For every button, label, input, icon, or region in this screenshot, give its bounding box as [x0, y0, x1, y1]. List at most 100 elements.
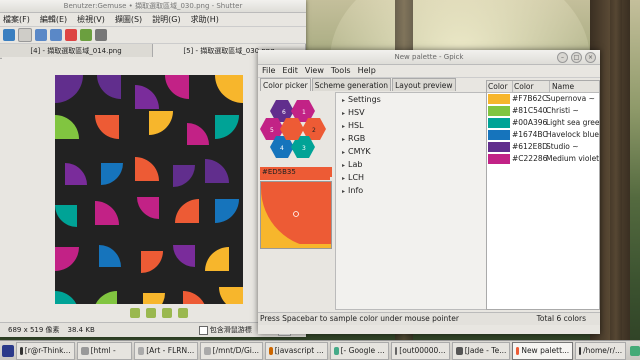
color-swatch-hexagons[interactable]: 6 1 5 2 4 3 [260, 92, 332, 160]
include-cursor-checkbox[interactable] [198, 326, 208, 335]
editor-icon [455, 346, 463, 355]
menu-view[interactable]: View [305, 65, 324, 77]
network-icon[interactable] [630, 345, 640, 356]
prop-lab[interactable]: ▸ Lab [336, 158, 486, 171]
header-name[interactable]: Name [549, 81, 599, 92]
hex-value-field[interactable]: #ED5B35 [260, 167, 332, 177]
expand-arrow-icon: ▸ [342, 149, 346, 156]
palette-row[interactable]: #612E8D Studio ~ [487, 141, 599, 153]
folder-icon [137, 346, 145, 355]
image-icon [394, 346, 398, 355]
prop-label: HSV [348, 108, 365, 117]
shutter-toolbar [0, 27, 306, 44]
taskbar-label: [Jade - Te... [464, 345, 507, 355]
tab-scheme-generation[interactable]: Scheme generation [311, 78, 392, 91]
palette-row[interactable]: #00A396 Light sea green [487, 117, 599, 129]
taskbar-label: [html - [90, 345, 116, 355]
header-color-swatch[interactable]: Color [487, 81, 512, 92]
palette-row[interactable]: #81C540 Christi ~ [487, 105, 599, 117]
gpick-title: New palette - Gpick [394, 53, 464, 61]
prop-label: HSL [348, 121, 364, 130]
taskbar-label: [r@r-Think... [24, 345, 71, 355]
prop-rgb[interactable]: ▸ RGB [336, 132, 486, 145]
palette-row[interactable]: #1674BCHavelock blue ~ [487, 129, 599, 141]
taskbar-item[interactable]: [/mnt/D/Gi... [200, 341, 264, 360]
menu-help[interactable]: Help [358, 65, 376, 77]
menu-file[interactable]: File [262, 65, 275, 77]
palette-name: Supernova ~ [546, 94, 595, 103]
hex-number-1: 1 [302, 109, 306, 116]
app-menu-icon[interactable] [2, 344, 14, 357]
prop-settings[interactable]: ▸ Settings [336, 93, 486, 106]
palette-hex: #612E8D [512, 142, 548, 151]
hex-number-4: 4 [280, 145, 284, 152]
include-cursor-label: 包含滑鼠游標 [209, 326, 252, 334]
menu-edit[interactable]: Edit [282, 65, 298, 77]
tab-screenshot-014[interactable]: [4] - 擷取選取區域_014.png [0, 44, 153, 58]
prop-hsv[interactable]: ▸ HSV [336, 106, 486, 119]
terminal-icon [579, 346, 582, 355]
menu-go[interactable]: 說明(G) [152, 13, 180, 26]
status-color-count: Total 6 colors [536, 314, 586, 323]
tab-layout-preview[interactable]: Layout preview [392, 78, 456, 91]
palette-name: Havelock blue ~ [546, 130, 599, 139]
expand-arrow-icon: ▸ [342, 110, 346, 117]
menu-tools[interactable]: Tools [331, 65, 351, 77]
expand-arrow-icon: ▸ [342, 97, 346, 104]
taskbar-item[interactable]: [out00000... [390, 341, 450, 360]
palette-hex: #F7B62C [512, 94, 548, 103]
taskbar-label: [javascript ... [274, 345, 324, 355]
zoom-preview[interactable] [260, 181, 332, 249]
taskbar-item-gpick[interactable]: New palett... [512, 341, 574, 360]
select-icon[interactable] [18, 28, 32, 42]
gpick-window: New palette - Gpick – □ × File Edit View… [258, 50, 600, 334]
palette-hex: #00A396 [512, 118, 548, 127]
image-canvas[interactable] [2, 57, 302, 304]
prop-label: CMYK [348, 147, 371, 156]
menu-edit[interactable]: 編輯(E) [40, 13, 67, 26]
palette-name: Studio ~ [546, 142, 579, 151]
prop-cmyk[interactable]: ▸ CMYK [336, 145, 486, 158]
shutter-menubar: 檔案(F) 編輯(E) 檢視(V) 擷圖(S) 說明(G) 求助(H) [0, 13, 306, 27]
upload-icon[interactable] [80, 29, 92, 41]
shutter-titlebar[interactable]: Benutzer:Gemuse • 擷取選取區域_030.png - Shutt… [0, 0, 306, 13]
gpick-icon [516, 346, 520, 355]
image-dimensions: 689 x 519 像素 [8, 326, 60, 334]
next-icon[interactable] [162, 308, 172, 318]
color-swatch [488, 106, 510, 116]
menu-file[interactable]: 檔案(F) [3, 13, 30, 26]
palette-name: Medium violet r [546, 154, 599, 163]
window-icon[interactable] [50, 29, 62, 41]
last-icon[interactable] [178, 308, 188, 318]
zoom-preview-image [261, 182, 331, 248]
first-icon[interactable] [130, 308, 140, 318]
taskbar-item[interactable]: [javascript ... [265, 341, 328, 360]
taskbar-item[interactable]: [Art - FLRN... [133, 341, 199, 360]
prop-info[interactable]: ▸ Info [336, 184, 486, 197]
taskbar-label: [out00000... [399, 345, 446, 355]
taskbar-item[interactable]: [r@r-Think... [15, 341, 75, 360]
desktop-icon[interactable] [35, 29, 47, 41]
palette-row[interactable]: #C22286 Medium violet r [487, 153, 599, 165]
close-icon[interactable]: × [585, 52, 596, 63]
minimize-icon[interactable]: – [557, 52, 568, 63]
refresh-icon[interactable] [3, 29, 15, 41]
taskbar-item[interactable]: [html - [76, 341, 132, 360]
taskbar-item[interactable]: [Jade - Te... [451, 341, 511, 360]
menu-screenshot[interactable]: 擷圖(S) [115, 13, 142, 26]
palette-row[interactable]: #F7B62C Supernova ~ [487, 93, 599, 105]
header-color-code[interactable]: Color [512, 81, 549, 92]
gpick-titlebar[interactable]: New palette - Gpick – □ × [258, 50, 600, 65]
edit-icon[interactable] [65, 29, 77, 41]
taskbar-item[interactable]: [- Google ... [329, 341, 389, 360]
menu-view[interactable]: 檢視(V) [77, 13, 105, 26]
prop-lch[interactable]: ▸ LCH [336, 171, 486, 184]
prop-hsl[interactable]: ▸ HSL [336, 119, 486, 132]
previous-icon[interactable] [146, 308, 156, 318]
maximize-icon[interactable]: □ [571, 52, 582, 63]
menu-help[interactable]: 求助(H) [191, 13, 219, 26]
settings-icon[interactable] [95, 29, 107, 41]
taskbar-item[interactable]: /home/r/... [575, 341, 627, 360]
hex-number-2: 2 [312, 127, 316, 134]
tab-color-picker[interactable]: Color picker [260, 78, 311, 91]
